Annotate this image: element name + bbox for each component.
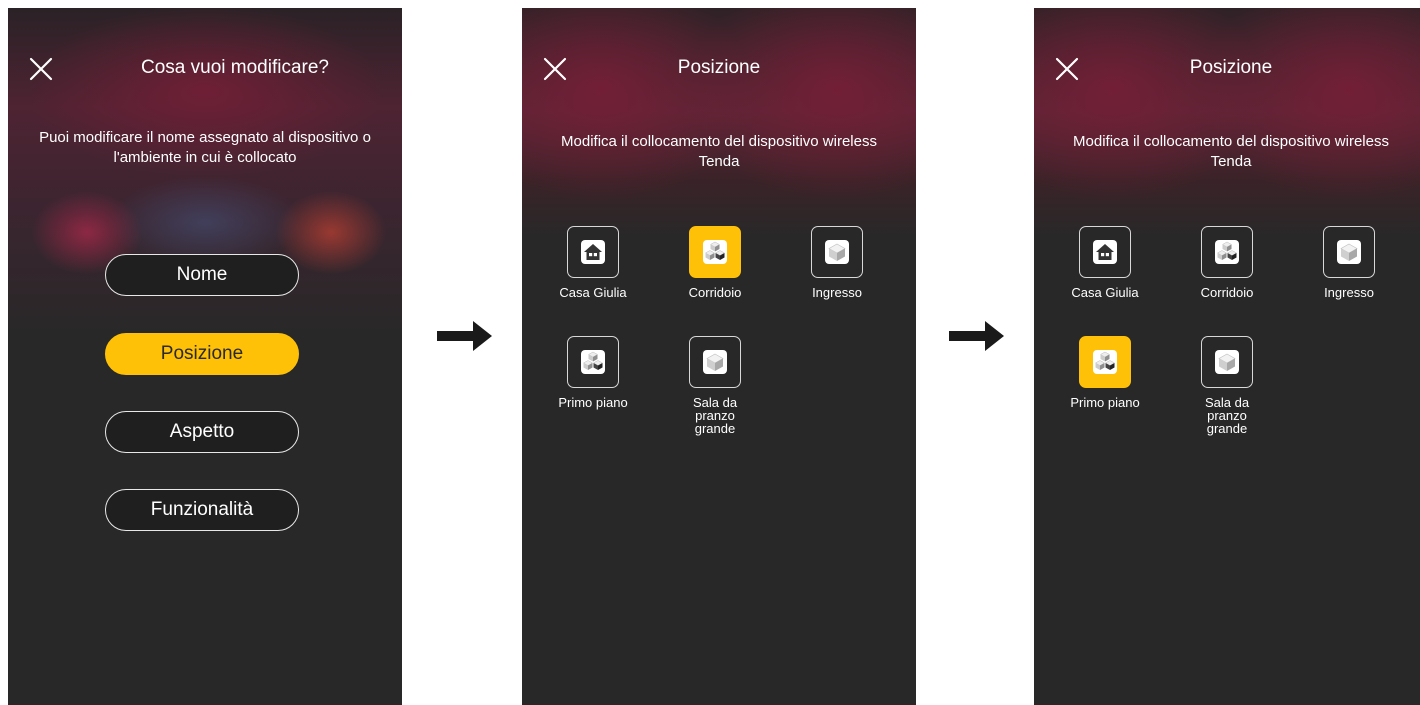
background-glow [522, 8, 916, 238]
option-nome-button[interactable]: Nome [105, 254, 299, 296]
room-tile-ingresso[interactable]: Ingresso [787, 226, 887, 299]
room-label: Corridoio [1200, 285, 1254, 300]
option-posizione-button[interactable]: Posizione [105, 333, 299, 375]
option-aspetto-button[interactable]: Aspetto [105, 411, 299, 453]
room-label: Casa Giulia [1071, 285, 1139, 300]
room-label: Ingresso [1324, 285, 1374, 300]
option-funzionalita-button[interactable]: Funzionalità [105, 489, 299, 531]
room-tile-sala-da-pranzo-grande[interactable]: Sala da pranzo grande [1177, 336, 1277, 435]
house-icon [578, 237, 608, 267]
room-tile-casa-giulia[interactable]: Casa Giulia [543, 226, 643, 299]
position-screen: Posizione Modifica il collocamento del d… [522, 8, 916, 705]
arrow-right-icon [437, 321, 492, 351]
cube-icon [822, 237, 852, 267]
arrow-right-icon [949, 321, 1004, 351]
position-screen: Posizione Modifica il collocamento del d… [1034, 8, 1420, 705]
cube-icon [700, 347, 730, 377]
room-label: Primo piano [1070, 395, 1140, 410]
room-tile-corridoio[interactable]: Corridoio [665, 226, 765, 299]
page-title: Posizione [1189, 57, 1273, 78]
room-tile-ingresso[interactable]: Ingresso [1299, 226, 1399, 299]
room-label: Casa Giulia [559, 285, 627, 300]
cubes-icon [1090, 347, 1120, 377]
room-label: Corridoio [688, 285, 742, 300]
house-icon [1090, 237, 1120, 267]
cubes-icon [1212, 237, 1242, 267]
room-label: Sala da pranzo grande [692, 395, 738, 436]
room-label: Sala da pranzo grande [1204, 395, 1250, 436]
page-title: Cosa vuoi modificare? [141, 57, 329, 78]
cube-icon [1334, 237, 1364, 267]
edit-options-screen: Cosa vuoi modificare? Puoi modificare il… [8, 8, 402, 705]
page-description: Modifica il collocamento del dispositivo… [1073, 133, 1389, 170]
page-description: Modifica il collocamento del dispositivo… [561, 133, 877, 170]
room-label: Ingresso [812, 285, 862, 300]
cubes-icon [578, 347, 608, 377]
room-tile-primo-piano[interactable]: Primo piano [1055, 336, 1155, 409]
cubes-icon [700, 237, 730, 267]
room-label: Primo piano [558, 395, 628, 410]
page-title: Posizione [677, 57, 761, 78]
page-description: Puoi modificare il nome assegnato al dis… [39, 129, 371, 166]
room-tile-casa-giulia[interactable]: Casa Giulia [1055, 226, 1155, 299]
room-tile-sala-da-pranzo-grande[interactable]: Sala da pranzo grande [665, 336, 765, 435]
cube-icon [1212, 347, 1242, 377]
room-tile-corridoio[interactable]: Corridoio [1177, 226, 1277, 299]
room-tile-primo-piano[interactable]: Primo piano [543, 336, 643, 409]
background-glow [1034, 8, 1420, 238]
